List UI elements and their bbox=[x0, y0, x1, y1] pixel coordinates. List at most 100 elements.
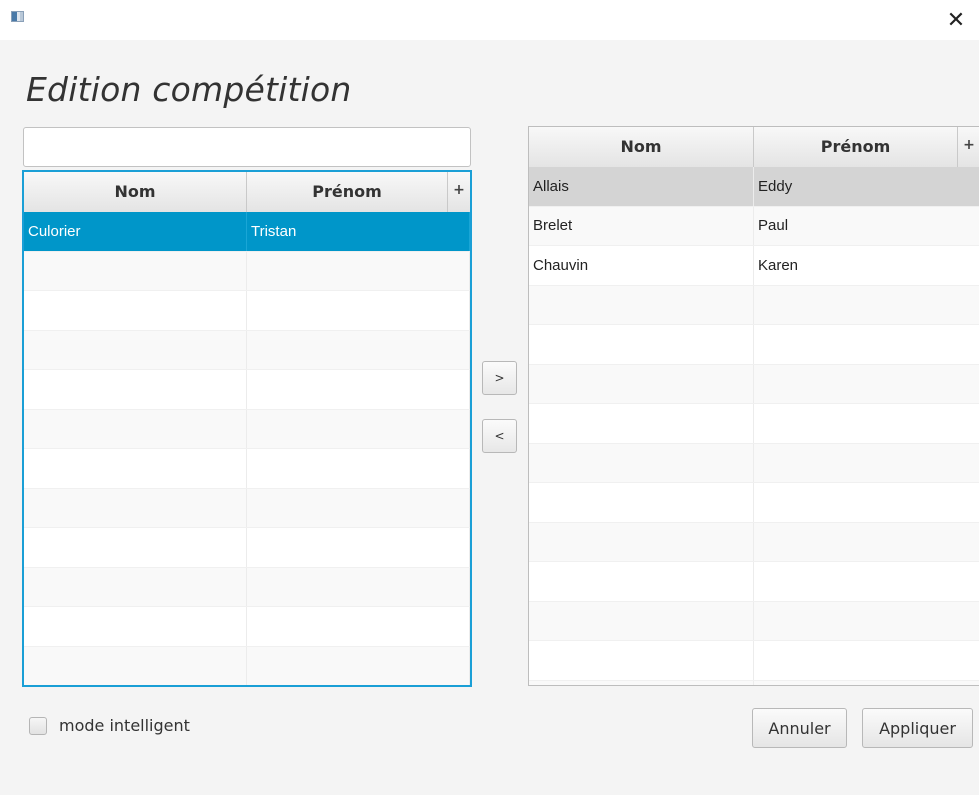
cell-nom bbox=[24, 449, 247, 488]
cell-prenom bbox=[247, 646, 470, 685]
cell-prenom bbox=[754, 325, 979, 364]
table-row[interactable]: Allais Eddy bbox=[529, 167, 979, 207]
cell-prenom bbox=[754, 404, 979, 443]
cell-nom bbox=[529, 601, 754, 640]
cell-nom bbox=[529, 443, 754, 482]
table-row[interactable] bbox=[24, 370, 470, 410]
cell-nom bbox=[529, 680, 754, 685]
cell-nom bbox=[529, 562, 754, 601]
column-header-nom[interactable]: Nom bbox=[529, 127, 754, 167]
table-row[interactable] bbox=[24, 449, 470, 489]
add-to-competition-button[interactable]: > bbox=[482, 361, 517, 395]
cell-nom: Chauvin bbox=[529, 246, 754, 285]
table-row[interactable] bbox=[529, 641, 979, 681]
table-row[interactable]: Brelet Paul bbox=[529, 206, 979, 246]
cell-nom bbox=[24, 251, 247, 290]
column-header-prenom[interactable]: Prénom bbox=[247, 172, 448, 212]
page-title: Edition compétition bbox=[26, 70, 352, 109]
column-header-prenom[interactable]: Prénom bbox=[754, 127, 958, 167]
cell-prenom bbox=[754, 562, 979, 601]
apply-button[interactable]: Appliquer bbox=[862, 708, 973, 748]
cell-nom bbox=[24, 330, 247, 369]
table-body: Allais Eddy Brelet Paul Chauvin Karen bbox=[529, 167, 979, 685]
table-row[interactable] bbox=[529, 285, 979, 325]
cancel-button[interactable]: Annuler bbox=[752, 708, 847, 748]
cell-nom: Culorier bbox=[24, 212, 247, 251]
smart-mode-option[interactable]: mode intelligent bbox=[29, 716, 190, 735]
table-row[interactable] bbox=[529, 522, 979, 562]
table-row[interactable] bbox=[529, 364, 979, 404]
table-row[interactable] bbox=[24, 528, 470, 568]
table-row[interactable]: Culorier Tristan bbox=[24, 212, 470, 252]
table-row[interactable] bbox=[529, 680, 979, 686]
cell-nom bbox=[529, 325, 754, 364]
cell-nom bbox=[529, 641, 754, 680]
table-row[interactable] bbox=[529, 562, 979, 602]
cell-prenom bbox=[247, 409, 470, 448]
cell-nom bbox=[529, 522, 754, 561]
cell-nom bbox=[24, 528, 247, 567]
table-row[interactable] bbox=[24, 251, 470, 291]
cell-prenom bbox=[754, 444, 979, 483]
cell-nom bbox=[24, 488, 247, 527]
cell-nom bbox=[24, 370, 247, 409]
close-button[interactable]: ✕ bbox=[933, 0, 979, 40]
table-row[interactable] bbox=[529, 404, 979, 444]
table-row[interactable]: Chauvin Karen bbox=[529, 246, 979, 286]
cell-nom bbox=[24, 291, 247, 330]
competition-participants-table[interactable]: Nom Prénom + Allais Eddy Brelet Paul Chauvin… bbox=[528, 126, 979, 686]
cell-prenom bbox=[247, 449, 470, 488]
table-row[interactable] bbox=[529, 601, 979, 641]
cell-nom bbox=[24, 409, 247, 448]
cell-prenom: Eddy bbox=[754, 167, 979, 206]
table-row[interactable] bbox=[24, 567, 470, 607]
table-row[interactable] bbox=[529, 483, 979, 523]
column-header-nom[interactable]: Nom bbox=[24, 172, 247, 212]
cell-prenom: Paul bbox=[754, 207, 979, 246]
column-menu-button[interactable]: + bbox=[448, 172, 470, 212]
cell-prenom: Tristan bbox=[247, 212, 470, 251]
cell-prenom bbox=[754, 602, 979, 641]
available-competitors-table[interactable]: Nom Prénom + Culorier Tristan bbox=[22, 170, 472, 687]
cell-nom bbox=[24, 646, 247, 685]
cell-nom bbox=[24, 607, 247, 646]
cell-prenom bbox=[247, 528, 470, 567]
window-titlebar: ✕ bbox=[0, 0, 979, 40]
cell-nom: Brelet bbox=[529, 206, 754, 245]
cell-nom bbox=[529, 483, 754, 522]
cell-prenom bbox=[247, 291, 470, 330]
search-input[interactable] bbox=[23, 127, 471, 167]
table-row[interactable] bbox=[24, 488, 470, 528]
cell-prenom bbox=[754, 365, 979, 404]
cell-nom bbox=[529, 404, 754, 443]
smart-mode-label: mode intelligent bbox=[59, 716, 190, 735]
cell-prenom bbox=[247, 251, 470, 290]
cell-prenom bbox=[247, 567, 470, 606]
table-row[interactable] bbox=[24, 409, 470, 449]
table-header: Nom Prénom + bbox=[24, 172, 470, 213]
cell-prenom bbox=[247, 330, 470, 369]
cell-prenom bbox=[754, 523, 979, 562]
app-window-icon bbox=[11, 11, 24, 22]
cell-prenom bbox=[247, 607, 470, 646]
table-body: Culorier Tristan bbox=[24, 212, 470, 685]
smart-mode-checkbox[interactable] bbox=[29, 716, 47, 735]
table-row[interactable] bbox=[529, 443, 979, 483]
cell-prenom bbox=[754, 641, 979, 680]
remove-from-competition-button[interactable]: < bbox=[482, 419, 517, 453]
table-header: Nom Prénom + bbox=[529, 127, 979, 168]
table-row[interactable] bbox=[24, 607, 470, 647]
cell-prenom bbox=[754, 483, 979, 522]
table-row[interactable] bbox=[24, 330, 470, 370]
column-menu-button[interactable]: + bbox=[958, 127, 979, 167]
cell-prenom bbox=[754, 286, 979, 325]
table-row[interactable] bbox=[529, 325, 979, 365]
cell-nom bbox=[529, 285, 754, 324]
cell-prenom bbox=[247, 488, 470, 527]
cell-prenom bbox=[754, 681, 979, 686]
cell-prenom: Karen bbox=[754, 246, 979, 285]
cell-prenom bbox=[247, 370, 470, 409]
cell-nom bbox=[24, 567, 247, 606]
table-row[interactable] bbox=[24, 646, 470, 685]
table-row[interactable] bbox=[24, 291, 470, 331]
